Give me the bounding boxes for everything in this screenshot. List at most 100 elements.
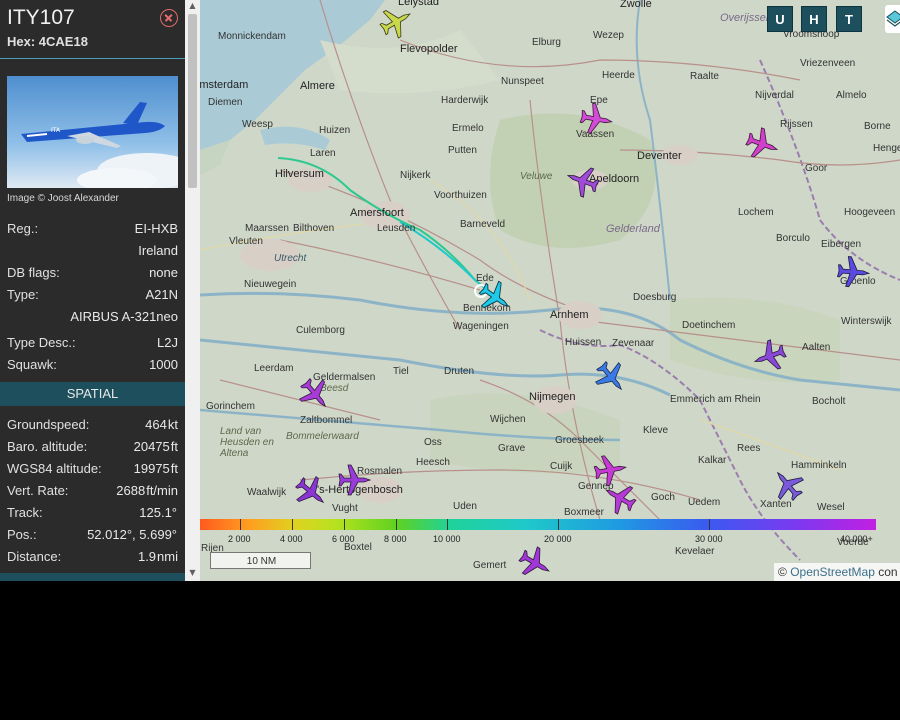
map-label: Almere xyxy=(300,80,335,92)
legend-tick xyxy=(344,519,345,530)
spatial-row-wgs84-altitude: WGS84 altitude: 19975ft xyxy=(7,461,178,481)
spatial-section-header[interactable]: SPATIAL xyxy=(0,382,185,406)
map-label: Heesch xyxy=(416,457,450,468)
map-attribution: © OpenStreetMap con xyxy=(774,563,900,581)
spatial-unit: ft xyxy=(170,461,178,476)
toggle-t-button[interactable]: T xyxy=(836,6,862,32)
aircraft-livery-lettering: ITA xyxy=(51,127,61,134)
map-label: Nunspeet xyxy=(501,76,544,87)
map-label: Bocholt xyxy=(812,396,846,407)
aircraft-marker[interactable] xyxy=(742,124,782,164)
aircraft-marker[interactable] xyxy=(833,252,873,292)
legend-tick-label: 20 000 xyxy=(544,534,572,544)
aircraft-marker[interactable] xyxy=(750,336,790,376)
spatial-unit: kt xyxy=(167,417,178,432)
toggle-u-button[interactable]: U xyxy=(767,6,793,32)
map-label: Arnhem xyxy=(550,309,589,321)
map-label: Amersfoort xyxy=(350,207,404,219)
spatial-label: Baro. altitude: xyxy=(7,439,88,454)
map-label: Vleuten xyxy=(229,236,263,247)
map-label: Hilversum xyxy=(275,168,324,180)
detail-row-squawk: Squawk: 1000 xyxy=(7,357,178,377)
map-label: Amsterdam xyxy=(200,79,249,91)
next-section-header[interactable] xyxy=(0,573,185,581)
aircraft-marker[interactable] xyxy=(563,161,603,201)
legend-tick-label: 8 000 xyxy=(384,534,407,544)
spatial-value: 2688ft/min xyxy=(116,483,178,498)
map-label: Weesp xyxy=(242,119,273,130)
detail-label: DB flags: xyxy=(7,265,60,280)
divider xyxy=(0,58,185,59)
openstreetmap-link[interactable]: OpenStreetMap xyxy=(790,565,875,579)
legend-tick xyxy=(396,519,397,530)
spatial-number: 52.012°, 5.699° xyxy=(87,527,177,542)
map-label: Lochem xyxy=(738,207,774,218)
aircraft-marker[interactable] xyxy=(291,472,331,512)
aircraft-marker[interactable] xyxy=(376,2,416,42)
spatial-row-baro-altitude: Baro. altitude: 20475ft xyxy=(7,439,178,459)
map-label: Heerde xyxy=(602,70,635,81)
aircraft-marker[interactable] xyxy=(768,465,808,505)
map-label: Land van Heusden en Altena xyxy=(220,426,274,459)
map-label: Barneveld xyxy=(460,219,506,230)
map-label: Overijssel xyxy=(720,12,769,24)
aircraft-marker[interactable] xyxy=(515,543,555,581)
map-label: Flevopolder xyxy=(400,43,458,55)
map-label: Groesbeek xyxy=(555,435,604,446)
map-label: Culemborg xyxy=(296,325,345,336)
map-label: Uden xyxy=(453,501,477,512)
map-label: Nijkerk xyxy=(400,170,431,181)
altitude-color-legend: 2 000 4 000 6 000 8 000 10 000 20 000 30… xyxy=(200,519,876,544)
legend-tick-label: 30 000 xyxy=(695,534,723,544)
spatial-unit: ft/min xyxy=(146,483,178,498)
map-label: Leusden xyxy=(377,223,416,234)
aircraft-photo[interactable]: ITA xyxy=(7,76,178,188)
map-label: Vught xyxy=(332,503,358,514)
aircraft-marker[interactable] xyxy=(334,460,374,500)
spatial-row-track: Track: 125.1° xyxy=(7,505,178,525)
map-scale-bar: 10 NM xyxy=(210,552,311,569)
spatial-row-vert-rate: Vert. Rate: 2688ft/min xyxy=(7,483,178,503)
spatial-number: 1.9 xyxy=(137,549,157,564)
legend-tick-label: 40 000+ xyxy=(840,534,873,544)
selected-aircraft-marker[interactable] xyxy=(475,277,515,317)
map-label: Veluwe xyxy=(520,171,553,182)
detail-value: A21N xyxy=(145,287,178,302)
map-label: Wezep xyxy=(593,30,624,41)
map-label: Diemen xyxy=(208,97,243,108)
detail-value: L2J xyxy=(157,335,178,350)
aircraft-marker[interactable] xyxy=(600,478,640,518)
toggle-h-button[interactable]: H xyxy=(801,6,827,32)
map-label: Gorinchem xyxy=(206,401,255,412)
close-icon[interactable] xyxy=(160,9,178,27)
aircraft-marker[interactable] xyxy=(591,357,631,397)
legend-tick-label: 2 000 xyxy=(228,534,251,544)
map-label: Aalten xyxy=(802,342,831,353)
detail-value: 1000 xyxy=(149,357,178,372)
layers-button[interactable] xyxy=(885,5,900,33)
map-view[interactable]: Lelystad Flevopolder Zwolle Overijssel V… xyxy=(200,0,900,581)
detail-value: AIRBUS A-321neo xyxy=(70,309,178,324)
aircraft-marker[interactable] xyxy=(295,374,335,414)
aircraft-marker[interactable] xyxy=(576,99,616,139)
map-label: Wijchen xyxy=(490,414,526,425)
map-label: Deventer xyxy=(637,150,682,162)
detail-value: EI-HXB xyxy=(134,221,178,236)
detail-row-country: Ireland xyxy=(7,243,178,263)
sidebar-scrollbar[interactable]: ▲ ▼ xyxy=(185,0,200,581)
detail-row-type-desc: Type Desc.: L2J xyxy=(7,335,178,355)
scrollbar-thumb[interactable] xyxy=(188,14,197,188)
map-label: Oss xyxy=(424,437,442,448)
scroll-down-icon[interactable]: ▼ xyxy=(188,569,197,577)
map-label: Doesburg xyxy=(633,292,677,303)
map-label: Hengelo xyxy=(873,143,900,154)
spatial-number: 19975 xyxy=(133,461,170,476)
scroll-up-icon[interactable]: ▲ xyxy=(188,2,197,10)
map-label: Emmerich am Rhein xyxy=(670,394,761,405)
app-window: ITY107 Hex: 4CAE18 ITA Image © Joost Ale… xyxy=(0,0,900,581)
legend-tick-label: 6 000 xyxy=(332,534,355,544)
map-label: Nijverdal xyxy=(755,90,794,101)
spatial-label: Track: xyxy=(7,505,43,520)
map-label: Druten xyxy=(444,366,475,377)
map-label: Gelderland xyxy=(606,223,660,235)
